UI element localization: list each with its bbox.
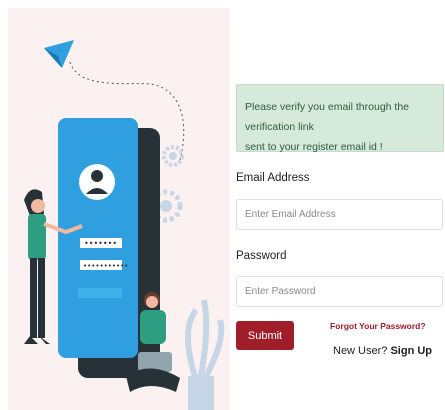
phone-button (78, 288, 122, 298)
email-field[interactable] (236, 199, 443, 230)
alert-line-2: sent to your register email id ! (245, 141, 383, 153)
phone-password-dots: ••••••••••• (83, 262, 128, 270)
signup-link[interactable]: Sign Up (390, 345, 432, 357)
verification-alert: Please verify you email through the veri… (236, 84, 444, 153)
gear-icon (162, 145, 184, 167)
user-avatar-icon (79, 164, 115, 200)
new-user-prompt: New User? Sign Up (333, 345, 432, 357)
phone-email-dots: ••••••• (84, 239, 117, 248)
submit-button[interactable]: Submit (236, 321, 294, 350)
alert-line-1: Please verify you email through the veri… (245, 101, 410, 133)
login-illustration: ••••••• ••••••••••• (24, 40, 225, 410)
plant-decoration (185, 299, 225, 410)
forgot-password-link[interactable]: Forgot Your Password? (330, 321, 426, 331)
email-label: Email Address (236, 172, 310, 184)
new-user-text: New User? (333, 345, 388, 357)
paper-plane-icon (44, 40, 74, 68)
password-field[interactable] (236, 276, 443, 307)
password-label: Password (236, 250, 287, 262)
